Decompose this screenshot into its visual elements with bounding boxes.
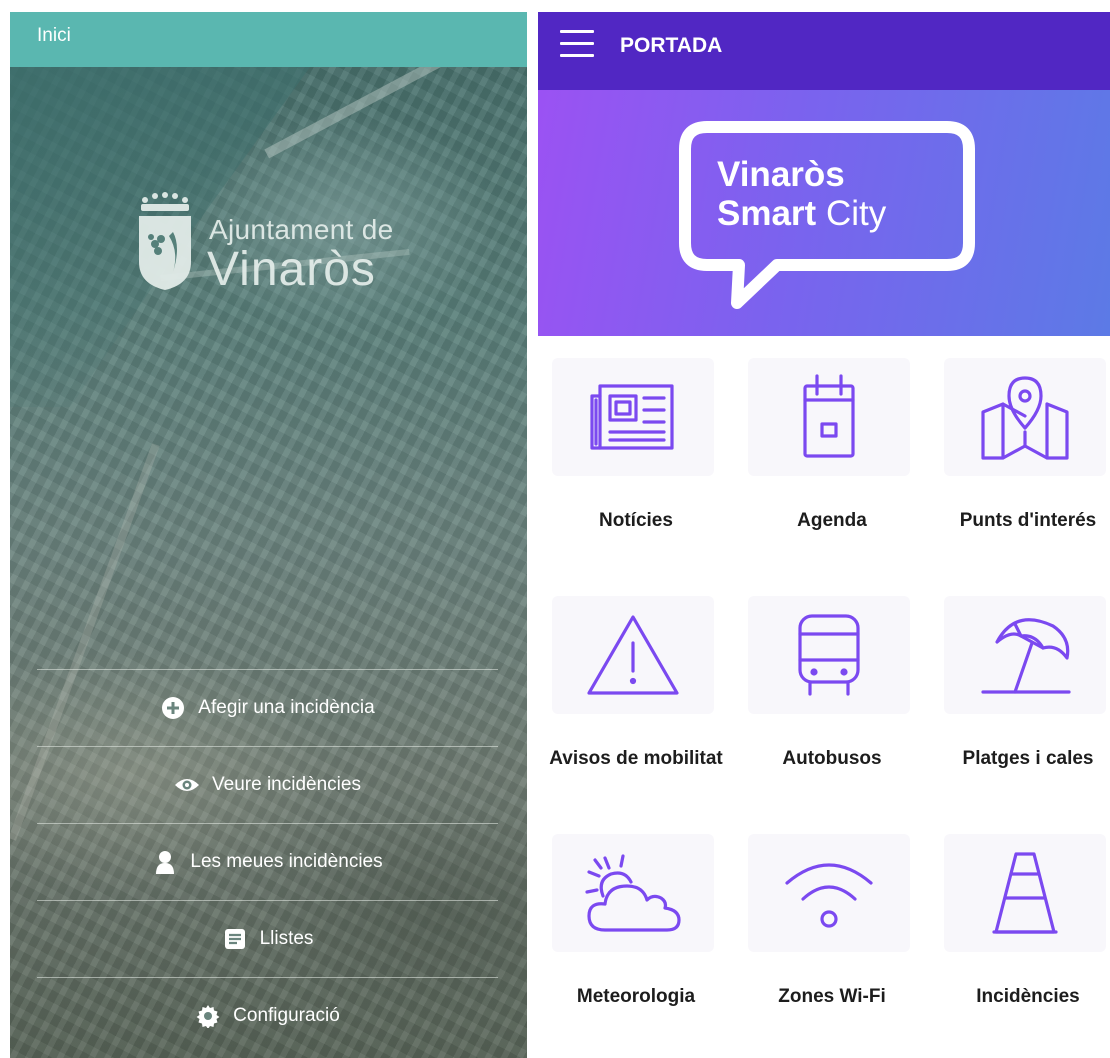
tile-avisos-mobilitat[interactable]: Avisos de mobilitat [538,574,734,812]
wifi-icon [785,863,873,928]
tile-noticies[interactable]: Notícies [538,336,734,574]
brand-line-2-bold: Smart [717,194,817,233]
weather-icon [585,854,681,932]
hero-banner: Vinaròs Smart City [538,90,1110,336]
plus-circle-icon [160,695,186,721]
menu-lists[interactable]: Llistes [37,900,498,977]
ajuntament-logo: Ajuntament de Vinaròs [135,192,425,302]
person-icon [152,849,178,875]
tile-platges-cales[interactable]: Platges i cales [930,574,1110,812]
tile-icon-box [552,358,714,476]
menu-label: Llistes [259,928,314,949]
tile-icon-box [748,358,910,476]
calendar-icon [803,374,855,458]
tile-zones-wifi[interactable]: Zones Wi-Fi [734,812,930,1050]
tile-icon-box [748,834,910,952]
tile-label: Notícies [599,509,673,531]
tile-label: Platges i cales [962,747,1094,769]
tile-icon-box [944,596,1106,714]
left-menu: Afegir una incidència Veure incidències … [37,669,498,1054]
tile-label: Avisos de mobilitat [549,747,723,769]
smart-city-logo: Vinaròs Smart City [677,121,977,321]
brand-line-2-rest: City [825,194,887,233]
brand-line-1: Vinaròs [717,155,845,194]
newspaper-icon [590,384,674,450]
gear-icon [195,1003,221,1029]
menu-label: Veure incidències [212,774,361,795]
tile-label: Autobusos [782,747,882,769]
tile-icon-box [944,834,1106,952]
tile-autobusos[interactable]: Autobusos [734,574,930,812]
beach-umbrella-icon [981,618,1071,694]
map-pin-icon [981,376,1069,460]
tile-label: Agenda [797,509,867,531]
tile-agenda[interactable]: Agenda [734,336,930,574]
right-header-bar: PORTADA [538,12,1110,90]
tile-icon-box [748,596,910,714]
bus-icon [798,614,860,696]
tile-label: Incidències [976,985,1080,1007]
brand-line-2: Smart City [717,194,886,234]
tile-icon-box [552,834,714,952]
eye-icon [174,772,200,798]
menu-label: Afegir una incidència [198,697,375,718]
tile-incidencies[interactable]: Incidències [930,812,1110,1050]
list-icon [222,926,248,952]
menu-label: Configuració [233,1005,340,1026]
feature-grid: Notícies Agenda Punts d'interés Avisos d… [538,336,1110,1058]
tile-icon-box [944,358,1106,476]
left-header-bar: Inici [10,12,527,67]
menu-add-incident[interactable]: Afegir una incidència [37,669,498,746]
left-app-screen: Inici Ajuntament de Vinaròs Afegir una i… [10,12,527,1058]
tile-label: Zones Wi-Fi [778,985,886,1007]
tile-meteorologia[interactable]: Meteorologia [538,812,734,1050]
right-app-screen: PORTADA Vinaròs Smart City Notícies Agen… [538,12,1110,1058]
menu-label: Les meues incidències [190,851,383,872]
hamburger-menu-icon[interactable] [560,30,594,58]
menu-settings[interactable]: Configuració [37,977,498,1054]
tile-punts-interes[interactable]: Punts d'interés [930,336,1110,574]
tile-label: Meteorologia [576,985,696,1007]
crest-icon [139,192,191,290]
warning-icon [587,615,679,695]
tile-icon-box [552,596,714,714]
menu-view-incidents[interactable]: Veure incidències [37,746,498,823]
logo-line-2: Vinaròs [207,243,376,296]
left-header-title: Inici [37,25,71,46]
tile-label: Punts d'interés [959,509,1097,531]
traffic-cone-icon [992,852,1058,934]
menu-my-incidents[interactable]: Les meues incidències [37,823,498,900]
right-header-title: PORTADA [620,34,723,57]
